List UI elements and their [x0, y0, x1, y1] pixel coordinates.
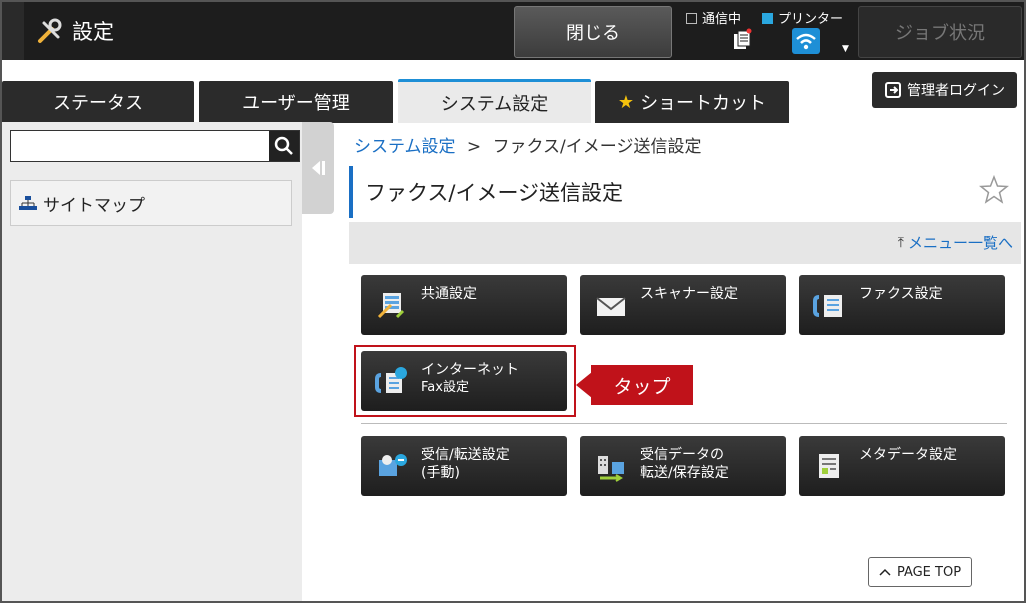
tab-system-settings[interactable]: システム設定 [398, 79, 591, 123]
breadcrumb-separator: > [466, 137, 482, 157]
tile-internet-fax-settings[interactable]: インターネット Fax設定 [361, 351, 567, 411]
admin-login-button[interactable]: 管理者ログイン [872, 72, 1017, 108]
page-top-button[interactable]: PAGE TOP [868, 557, 972, 587]
tab-status[interactable]: ステータス [2, 81, 194, 123]
comm-indicator [686, 13, 697, 24]
menu-list-link[interactable]: ⤒ メニュー一覧へ [898, 232, 1013, 253]
star-icon: ★ [617, 91, 635, 113]
tabs-row: ステータス ユーザー管理 システム設定 ★ ショートカット 管理者ログイン [2, 60, 1024, 123]
status-printer-label: プリンター [778, 12, 844, 27]
tab-system-settings-label: システム設定 [440, 93, 549, 115]
documents-icon[interactable] [732, 28, 754, 52]
tab-shortcut[interactable]: ★ ショートカット [595, 81, 789, 123]
status-comm-label: 通信中 [702, 12, 742, 27]
tap-callout: タップ [591, 365, 693, 405]
tile-scanner-settings-line1: スキャナー設定 [640, 286, 738, 302]
tab-user-management[interactable]: ユーザー管理 [199, 81, 393, 123]
envelope-icon [596, 297, 626, 316]
printer-indicator [762, 13, 773, 24]
search-button[interactable] [269, 131, 299, 161]
breadcrumb: システム設定 > ファクス/イメージ送信設定 [354, 132, 701, 157]
caret-down-icon[interactable]: ▼ [842, 44, 849, 54]
tile-fax-settings-line1: ファクス設定 [859, 286, 943, 302]
status-comm: 通信中 [686, 8, 741, 27]
tile-metadata-settings[interactable]: メタデータ設定 [799, 436, 1005, 496]
tools-icon [38, 18, 62, 43]
favorite-star-icon[interactable] [979, 174, 1009, 206]
left-panel: サイトマップ [2, 122, 302, 601]
search-input[interactable] [11, 131, 269, 161]
tile-internet-fax-line1: インターネット [421, 362, 519, 378]
tile-receive-forward-settings[interactable]: 受信/転送設定 (手動) [361, 436, 567, 496]
page-title-box: ファクス/イメージ送信設定 [349, 166, 1021, 218]
return-icon: ⤒ [897, 234, 904, 251]
tile-metadata-line1: メタデータ設定 [859, 447, 957, 463]
tile-received-data-line2: 転送/保存設定 [640, 465, 729, 481]
fax-icon [813, 295, 842, 317]
status-area: 通信中 プリンター ▼ [686, 4, 856, 58]
metadata-icon [819, 454, 839, 478]
close-button[interactable]: 閉じる [514, 6, 672, 58]
collapse-left-icon [312, 161, 325, 175]
status-printer: プリンター [762, 8, 843, 27]
search-icon [274, 136, 293, 155]
tile-common-settings[interactable]: 共通設定 [361, 275, 567, 335]
section-divider [361, 423, 1007, 424]
tile-receive-forward-line1: 受信/転送設定 [421, 447, 510, 463]
top-bar-edge [2, 2, 24, 60]
tab-shortcut-label: ショートカット [640, 93, 767, 114]
tab-status-label: ステータス [53, 93, 143, 114]
tab-user-management-label: ユーザー管理 [242, 93, 350, 114]
page-title: ファクス/イメージ送信設定 [365, 181, 624, 205]
menu-list-label: メニュー一覧へ [907, 234, 1013, 252]
tile-scanner-settings[interactable]: スキャナー設定 [580, 275, 786, 335]
tile-fax-settings[interactable]: ファクス設定 [799, 275, 1005, 335]
receive-forward-icon [379, 454, 407, 476]
common-settings-icon [377, 293, 405, 319]
login-icon [885, 82, 901, 98]
collapse-panel-button[interactable] [302, 122, 334, 214]
tile-received-data-forward[interactable]: 受信データの 転送/保存設定 [580, 436, 786, 496]
callout-arrow [576, 372, 592, 398]
sitemap-label: サイトマップ [43, 195, 145, 216]
received-data-forward-icon [598, 456, 624, 482]
page-top-label: PAGE TOP [896, 564, 962, 580]
breadcrumb-parent[interactable]: システム設定 [354, 137, 456, 157]
app-title-text: 設定 [72, 20, 114, 44]
search-box [10, 130, 300, 162]
chevron-up-icon [879, 568, 891, 576]
sitemap-link[interactable]: サイトマップ [10, 180, 292, 226]
tile-receive-forward-line2: (手動) [421, 465, 460, 481]
job-status-button[interactable]: ジョブ状況 [858, 6, 1022, 58]
top-bar: 設定 閉じる 通信中 プリンター ▼ ジョブ状況 [2, 2, 1024, 60]
wifi-icon[interactable] [792, 28, 820, 54]
app-title: 設定 [36, 16, 114, 46]
menu-strip: ⤒ メニュー一覧へ [349, 222, 1021, 264]
internet-fax-icon [375, 367, 407, 393]
tile-common-settings-line1: 共通設定 [421, 286, 477, 302]
sitemap-icon [19, 196, 37, 210]
tile-internet-fax-line2: Fax設定 [421, 380, 469, 395]
tile-received-data-line1: 受信データの [640, 447, 724, 463]
breadcrumb-current: ファクス/イメージ送信設定 [492, 137, 702, 157]
admin-login-label: 管理者ログイン [907, 83, 1005, 99]
